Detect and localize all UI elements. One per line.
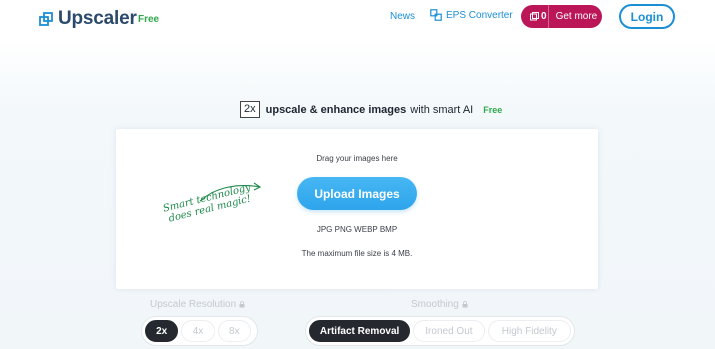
resolution-selector: 2x 4x 8x: [141, 316, 258, 346]
login-button[interactable]: Login: [619, 4, 675, 29]
eps-converter-label: EPS Converter: [446, 9, 513, 21]
nav-news-link[interactable]: News: [390, 11, 415, 22]
tagline: 2x upscale & enhance images with smart A…: [240, 101, 502, 118]
logo-text: Upscaler: [58, 8, 137, 29]
smoothing-option-artifact-removal[interactable]: Artifact Removal: [309, 320, 411, 342]
smoothing-label: Smoothing: [411, 299, 468, 310]
get-more-label: Get more: [555, 11, 598, 22]
get-more-credits-button[interactable]: 0 Get more: [521, 5, 602, 28]
lock-icon: [239, 301, 245, 308]
upscale-resolution-text: Upscale Resolution: [150, 299, 237, 310]
credits-count: 0: [541, 11, 547, 22]
tagline-multiplier: 2x: [240, 101, 260, 118]
upscale-resolution-label: Upscale Resolution: [150, 299, 245, 310]
supported-formats: JPG PNG WEBP BMP: [316, 225, 398, 234]
button-divider: [548, 5, 549, 28]
top-header: Upscaler Free News EPS Converter 0 Get m…: [0, 0, 715, 36]
logo[interactable]: Upscaler: [39, 8, 137, 30]
resolution-option-8x[interactable]: 8x: [217, 320, 251, 342]
smoothing-option-ironed-out[interactable]: Ironed Out: [413, 320, 485, 342]
lock-icon: [462, 301, 468, 308]
drag-hint: Drag your images here: [316, 154, 398, 163]
smoothing-text: Smoothing: [411, 299, 459, 310]
tagline-free-badge: Free: [483, 104, 503, 115]
nav-eps-converter-link[interactable]: EPS Converter: [430, 9, 513, 21]
upscale-logo-icon: [39, 12, 53, 26]
smoothing-selector: Artifact Removal Ironed Out High Fidelit…: [305, 316, 575, 346]
free-badge: Free: [138, 14, 160, 25]
max-file-size: The maximum file size is 4 MB.: [301, 249, 413, 258]
credits-icon: [530, 12, 539, 21]
tagline-strong: upscale & enhance images: [265, 103, 407, 116]
smoothing-option-high-fidelity[interactable]: High Fidelity: [487, 320, 571, 342]
resolution-option-2x[interactable]: 2x: [145, 320, 179, 342]
eps-converter-icon: [430, 9, 442, 21]
upload-dropzone[interactable]: Drag your images here Smart technology d…: [116, 129, 598, 289]
resolution-option-4x[interactable]: 4x: [181, 320, 215, 342]
tagline-rest: with smart AI: [410, 103, 474, 116]
upload-images-button[interactable]: Upload Images: [297, 177, 417, 210]
